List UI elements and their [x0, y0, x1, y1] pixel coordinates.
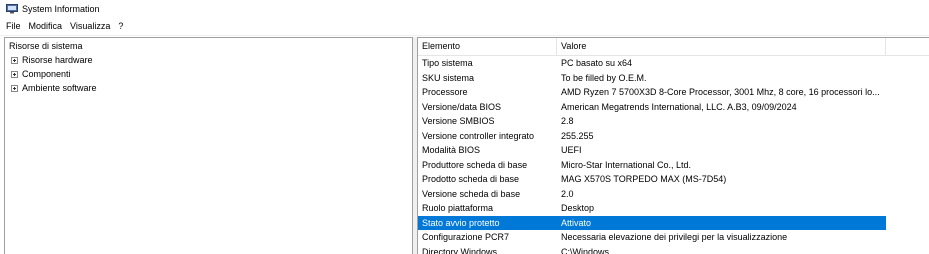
cell-valore: PC basato su x64 — [561, 58, 633, 68]
table-row[interactable]: Stato avvio protetto Attivato — [418, 215, 886, 230]
cell-elemento: Modalità BIOS — [422, 145, 481, 155]
tree-item-ambiente-software[interactable]: Ambiente software — [11, 81, 97, 95]
table-row[interactable]: Prodotto scheda di base MAG X570S TORPEDO… — [418, 172, 886, 187]
table-row[interactable]: Processore AMD Ryzen 7 5700X3D 8-Core Pro… — [418, 85, 886, 100]
cell-elemento: Prodotto scheda di base — [422, 174, 520, 184]
menu-help[interactable]: ? — [114, 19, 127, 34]
menu-bar: File Modifica Visualizza ? — [0, 18, 929, 35]
list-rows: Tipo sistema PC basato su x64 SKU sistema T… — [418, 56, 929, 254]
cell-valore: MAG X570S TORPEDO MAX (MS-7D54) — [561, 174, 727, 184]
table-row[interactable]: Versione SMBIOS 2.8 — [418, 114, 886, 129]
table-row[interactable]: Produttore scheda di base Micro-Star Inte… — [418, 158, 886, 173]
list-header: Elemento Valore — [418, 38, 929, 56]
cell-elemento: Versione scheda di base — [422, 188, 521, 199]
table-row[interactable]: Directory Windows C:\Windows — [418, 245, 886, 254]
cell-elemento: Tipo sistema — [422, 58, 473, 68]
menu-visualizza[interactable]: Visualizza — [66, 19, 114, 34]
cell-elemento: Stato avvio protetto — [422, 217, 500, 228]
cell-valore: AMD Ryzen 7 5700X3D 8-Core Processor, 30… — [561, 87, 880, 97]
column-header-elemento[interactable]: Elemento — [418, 38, 557, 55]
cell-valore: 255.255 — [561, 130, 594, 141]
window-title: System Information — [22, 4, 100, 14]
table-row[interactable]: Versione/data BIOS American Megatrends In… — [418, 100, 886, 115]
tree-pane: Risorse di sistema Risorse hardware Comp… — [4, 37, 413, 254]
cell-valore: UEFI — [561, 145, 582, 155]
cell-valore: 2.0 — [561, 188, 574, 199]
tree-item-risorse-hardware[interactable]: Risorse hardware — [11, 53, 93, 67]
tree-item-label: Componenti — [22, 69, 71, 79]
cell-elemento: Produttore scheda di base — [422, 159, 528, 170]
system-information-icon — [6, 4, 18, 14]
details-list: Elemento Valore Tipo sistema PC basato su… — [417, 37, 929, 254]
cell-valore: Micro-Star International Co., Ltd. — [561, 159, 692, 170]
table-row[interactable]: Versione controller integrato 255.255 — [418, 129, 886, 144]
table-row[interactable]: Tipo sistema PC basato su x64 — [418, 56, 886, 71]
menu-file[interactable]: File — [2, 19, 25, 34]
cell-valore: C:\Windows — [561, 246, 610, 254]
tree-item-componenti[interactable]: Componenti — [11, 67, 71, 81]
table-row[interactable]: SKU sistema To be filled by O.E.M. — [418, 71, 886, 86]
table-row[interactable]: Modalità BIOS UEFI — [418, 143, 886, 158]
cell-valore: Necessaria elevazione dei privilegi per … — [561, 232, 788, 242]
cell-elemento: Versione controller integrato — [422, 130, 535, 141]
plus-expander-icon[interactable] — [11, 56, 18, 64]
cell-elemento: Processore — [422, 87, 468, 97]
cell-elemento: Configurazione PCR7 — [422, 232, 510, 242]
table-row[interactable]: Configurazione PCR7 Necessaria elevazione… — [418, 230, 886, 245]
cell-elemento: Ruolo piattaforma — [422, 203, 494, 213]
cell-valore: Attivato — [561, 217, 592, 228]
plus-expander-icon[interactable] — [11, 84, 18, 92]
cell-valore: American Megatrends International, LLC. … — [561, 101, 797, 112]
menu-separator — [0, 35, 929, 36]
cell-valore: 2.8 — [561, 116, 574, 126]
plus-expander-icon[interactable] — [11, 70, 18, 78]
cell-valore: To be filled by O.E.M. — [561, 72, 647, 83]
cell-elemento: Directory Windows — [422, 246, 498, 254]
tree-root-risorse-di-sistema[interactable]: Risorse di sistema — [9, 40, 83, 52]
tree-item-label: Risorse hardware — [22, 55, 93, 65]
menu-modifica[interactable]: Modifica — [25, 19, 67, 34]
column-header-valore[interactable]: Valore — [557, 38, 886, 55]
table-row[interactable]: Versione scheda di base 2.0 — [418, 187, 886, 202]
cell-valore: Desktop — [561, 203, 595, 213]
table-row[interactable]: Ruolo piattaforma Desktop — [418, 201, 886, 216]
cell-elemento: Versione SMBIOS — [422, 116, 495, 126]
cell-elemento: SKU sistema — [422, 72, 475, 83]
tree-item-label: Ambiente software — [22, 83, 97, 93]
title-bar: System Information — [0, 0, 929, 18]
cell-elemento: Versione/data BIOS — [422, 101, 502, 112]
